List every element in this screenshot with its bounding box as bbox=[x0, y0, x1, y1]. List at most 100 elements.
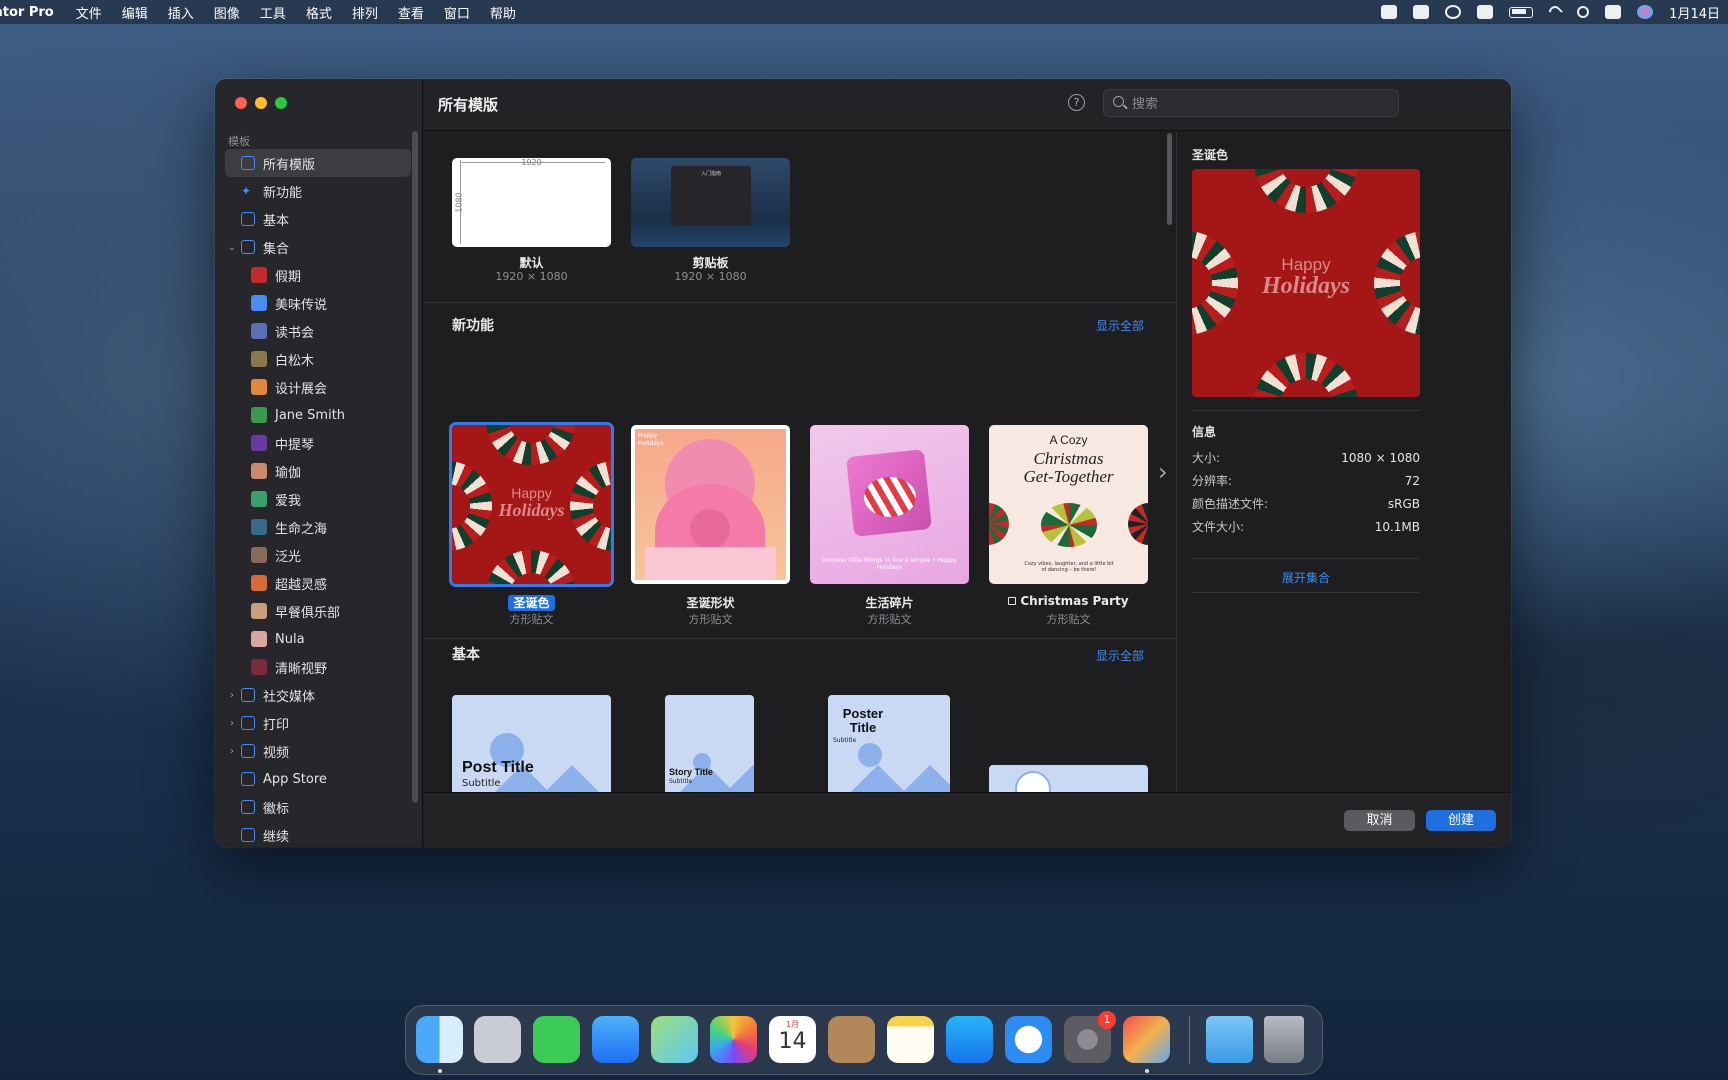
sidebar-collection-item[interactable]: 瑜伽 bbox=[225, 457, 411, 485]
trash-icon[interactable] bbox=[1264, 1016, 1304, 1063]
alert-icon[interactable] bbox=[1381, 5, 1398, 19]
clock[interactable]: 1月14日 bbox=[1669, 3, 1720, 22]
sidebar-collection-item[interactable]: Jane Smith bbox=[225, 401, 411, 429]
sidebar-collection-item[interactable]: 中提琴 bbox=[225, 429, 411, 457]
sidebar-item[interactable]: 继续 bbox=[225, 821, 411, 847]
notes-icon[interactable] bbox=[887, 1016, 934, 1063]
messages-icon[interactable] bbox=[533, 1016, 580, 1063]
sidebar-collection-item[interactable]: 白松木 bbox=[225, 345, 411, 373]
sidebar-scrollbar[interactable] bbox=[412, 131, 418, 803]
menu-view[interactable]: 查看 bbox=[398, 3, 424, 22]
template-thumbnail[interactable]: A Cozy Christmas Get-Together Cozy vibes… bbox=[989, 425, 1148, 584]
cancel-button[interactable]: 取消 bbox=[1344, 810, 1415, 831]
sidebar-collection-item[interactable]: 清晰视野 bbox=[225, 653, 411, 681]
menu-window[interactable]: 窗口 bbox=[444, 3, 470, 22]
expand-collection-link[interactable]: 展开集合 bbox=[1192, 558, 1420, 586]
menu-edit[interactable]: 编辑 bbox=[122, 3, 148, 22]
sidebar-item-basic[interactable]: 基本 bbox=[225, 205, 411, 233]
create-button[interactable]: 创建 bbox=[1426, 810, 1496, 831]
wifi-icon[interactable] bbox=[1546, 3, 1564, 21]
sidebar-collection-item[interactable]: 读书会 bbox=[225, 317, 411, 345]
chevron-right-icon[interactable]: › bbox=[225, 746, 239, 757]
sidebar-item-collections[interactable]: ⌄ 集合 bbox=[225, 233, 411, 261]
spotlight-icon[interactable] bbox=[1577, 6, 1590, 18]
chevron-right-icon[interactable]: › bbox=[225, 718, 239, 729]
finder-icon[interactable] bbox=[416, 1016, 463, 1063]
sidebar-item[interactable]: › 视频 bbox=[225, 737, 411, 765]
sidebar-collection-item[interactable]: 超越灵感 bbox=[225, 569, 411, 597]
zoom-button[interactable] bbox=[275, 97, 287, 109]
menu-image[interactable]: 图像 bbox=[214, 3, 240, 22]
template-card-poster[interactable]: Poster Title Subtitle bbox=[828, 695, 950, 792]
gallery-scrollbar[interactable] bbox=[1167, 133, 1172, 225]
sidebar-collection-item[interactable]: 生命之海 bbox=[225, 513, 411, 541]
battery-icon[interactable] bbox=[1509, 6, 1534, 18]
calendar-icon[interactable]: 1月 14 bbox=[769, 1016, 816, 1063]
sidebar-item[interactable]: › 社交媒体 bbox=[225, 681, 411, 709]
appstore-icon[interactable] bbox=[946, 1016, 993, 1063]
sidebar-item[interactable]: App Store bbox=[225, 765, 411, 793]
template-thumbnail[interactable]: Story Title Subtitle bbox=[665, 695, 754, 792]
control-center-icon[interactable] bbox=[1605, 5, 1622, 19]
minimize-button[interactable] bbox=[255, 97, 267, 109]
template-thumbnail[interactable]: 1920 1080 bbox=[452, 158, 611, 247]
sogou-icon[interactable] bbox=[1477, 5, 1494, 19]
template-card-post[interactable]: Post Title Subtitle bbox=[452, 695, 611, 792]
sidebar-item[interactable]: › 打印 bbox=[225, 709, 411, 737]
sidebar-item-all-templates[interactable]: 所有模版 bbox=[225, 149, 411, 177]
template-thumbnail[interactable] bbox=[989, 765, 1148, 792]
template-thumbnail[interactable]: Happy Holidays bbox=[449, 422, 614, 587]
app-menu[interactable]: ator Pro bbox=[0, 5, 54, 20]
show-all-new-link[interactable]: 显示全部 bbox=[1096, 317, 1144, 334]
input-method-icon[interactable] bbox=[1413, 5, 1430, 19]
sidebar-collection-item[interactable]: 早餐俱乐部 bbox=[225, 597, 411, 625]
launchpad-icon[interactable] bbox=[474, 1016, 521, 1063]
sidebar-collection-item[interactable]: 爱我 bbox=[225, 485, 411, 513]
settings-icon[interactable]: 1 bbox=[1064, 1011, 1116, 1063]
maps-icon[interactable] bbox=[651, 1016, 698, 1063]
template-thumbnail[interactable]: Happy Holidays bbox=[631, 425, 790, 584]
menu-arrange[interactable]: 排列 bbox=[352, 3, 378, 22]
search-input[interactable] bbox=[1132, 94, 1392, 114]
show-all-basic-link[interactable]: 显示全部 bbox=[1096, 647, 1144, 664]
sidebar-collection-item[interactable]: 假期 bbox=[225, 261, 411, 289]
close-button[interactable] bbox=[235, 97, 247, 109]
chevron-right-icon[interactable]: › bbox=[1158, 458, 1168, 486]
sidebar-item[interactable]: 徽标 bbox=[225, 793, 411, 821]
template-card-clipboard[interactable]: 入门指南 剪贴板 1920 × 1080 bbox=[631, 158, 790, 284]
safari-icon[interactable] bbox=[1005, 1016, 1052, 1063]
sidebar-collection-item[interactable]: Nula bbox=[225, 625, 411, 653]
menu-format[interactable]: 格式 bbox=[306, 3, 332, 22]
sidebar-collection-item[interactable]: 泛光 bbox=[225, 541, 411, 569]
pixelmator-icon[interactable] bbox=[1123, 1016, 1170, 1063]
template-thumbnail[interactable]: Poster Title Subtitle bbox=[828, 695, 950, 792]
template-card-default[interactable]: 1920 1080 默认 1920 × 1080 bbox=[452, 158, 611, 284]
menu-insert[interactable]: 插入 bbox=[168, 3, 194, 22]
sidebar-collection-item[interactable]: 设计展会 bbox=[225, 373, 411, 401]
chevron-right-icon[interactable]: › bbox=[225, 690, 239, 701]
siri-icon[interactable] bbox=[1637, 5, 1654, 19]
template-thumbnail[interactable]: 入门指南 bbox=[631, 158, 790, 247]
template-thumbnail[interactable]: Post Title Subtitle bbox=[452, 695, 611, 792]
menu-help[interactable]: 帮助 bbox=[490, 3, 516, 22]
template-card-christmas-shapes[interactable]: Happy Holidays 圣诞形状 方形贴文 bbox=[631, 425, 790, 626]
template-card-life-fragments[interactable]: Uncover little things to live a simple •… bbox=[810, 425, 969, 626]
template-card-christmas-colors[interactable]: Happy Holidays 圣诞色 方形贴文 bbox=[449, 422, 614, 626]
photos-icon[interactable] bbox=[710, 1016, 757, 1063]
volume-icon[interactable] bbox=[1445, 5, 1462, 19]
template-card-christmas-party[interactable]: A Cozy Christmas Get-Together Cozy vibes… bbox=[989, 425, 1148, 626]
sidebar-collection-item[interactable]: 美味传说 bbox=[225, 289, 411, 317]
menu-tools[interactable]: 工具 bbox=[260, 3, 286, 22]
search-field[interactable] bbox=[1103, 89, 1399, 117]
sidebar-item-new-features[interactable]: ✦ 新功能 bbox=[225, 177, 411, 205]
chevron-down-icon[interactable]: ⌄ bbox=[225, 242, 239, 253]
mail-icon[interactable] bbox=[592, 1016, 639, 1063]
help-button[interactable]: ? bbox=[1068, 94, 1085, 111]
template-card-banner[interactable] bbox=[989, 765, 1148, 792]
template-thumbnail[interactable]: Uncover little things to live a simple •… bbox=[810, 425, 969, 584]
contacts-icon[interactable] bbox=[828, 1016, 875, 1063]
downloads-icon[interactable] bbox=[1206, 1016, 1253, 1063]
menu-file[interactable]: 文件 bbox=[76, 3, 102, 22]
template-gallery[interactable]: 1920 1080 默认 1920 × 1080 入门指南 剪贴板 1920 ×… bbox=[424, 132, 1176, 792]
template-card-story[interactable]: Story Title Subtitle bbox=[665, 695, 754, 792]
